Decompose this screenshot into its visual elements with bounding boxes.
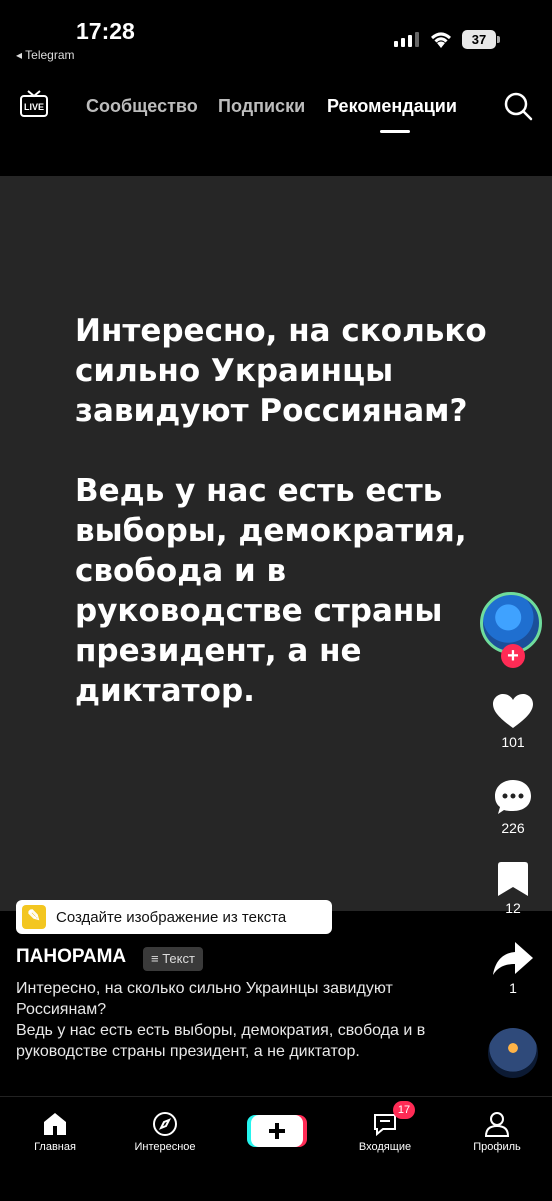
home-icon (44, 1113, 66, 1135)
author-name[interactable]: ПАНОРАМА (16, 946, 126, 968)
nav-inbox[interactable]: Входящие (340, 1111, 430, 1153)
share-count: 1 (509, 980, 517, 996)
bottom-navigation: Главная Интересное Входящие 17 Профиль (0, 1096, 552, 1201)
tab-community[interactable]: Сообщество (86, 96, 198, 117)
comment-count: 226 (501, 820, 525, 836)
save-count: 12 (505, 900, 521, 916)
list-icon: ≡ (151, 951, 163, 966)
battery-indicator: 37 (462, 30, 500, 49)
live-label: LIVE (24, 102, 44, 112)
tab-recommendations[interactable]: Рекомендации (327, 96, 457, 117)
caption-text: Интересно, на сколько сильно Украинцы за… (16, 980, 426, 1060)
video-content[interactable]: Интересно, на сколько сильно Украинцы за… (0, 176, 552, 911)
active-tab-indicator (380, 130, 410, 133)
inbox-badge: 17 (393, 1101, 415, 1119)
post-caption[interactable]: Интересно, на сколько сильно Украинцы за… (16, 978, 426, 1062)
video-text-paragraph: Интересно, на сколько сильно Украинцы за… (75, 313, 487, 429)
heart-icon (493, 694, 533, 728)
search-icon[interactable] (502, 90, 534, 122)
save-button[interactable]: 12 (482, 862, 544, 916)
nav-inbox-label: Входящие (358, 1141, 412, 1153)
nav-home[interactable]: Главная (10, 1111, 100, 1153)
nav-profile-label: Профиль (473, 1141, 521, 1153)
profile-icon (484, 1112, 510, 1137)
status-bar: 17:28 ◂ Telegram 37 (0, 0, 552, 70)
sound-avatar[interactable] (488, 1028, 538, 1078)
nav-profile[interactable]: Профиль (452, 1111, 542, 1153)
clock: 17:28 (76, 18, 135, 44)
like-count: 101 (501, 734, 525, 750)
like-button[interactable]: 101 (482, 694, 544, 750)
signal-icon (394, 32, 419, 47)
follow-plus-icon[interactable]: + (501, 644, 525, 668)
video-text-paragraph: Ведь у нас есть есть выборы, демократия,… (75, 473, 467, 709)
share-arrow-icon (493, 942, 533, 975)
back-to-telegram-link[interactable]: ◂ Telegram (16, 48, 75, 62)
magic-wand-icon: ✎ (22, 905, 46, 929)
text-post-badge: ≡ Текст (143, 947, 203, 971)
nav-home-label: Главная (34, 1141, 76, 1153)
nav-discover-label: Интересное (134, 1141, 196, 1153)
create-image-from-text-banner[interactable]: ✎ Создайте изображение из текста (16, 900, 332, 934)
tab-subscriptions[interactable]: Подписки (218, 96, 305, 117)
bookmark-icon (498, 862, 528, 896)
banner-label: Создайте изображение из текста (56, 908, 287, 926)
compass-icon (153, 1112, 177, 1136)
comment-button[interactable]: 226 (482, 778, 544, 836)
create-button[interactable] (247, 1113, 307, 1149)
nav-discover[interactable]: Интересное (120, 1111, 210, 1153)
comment-icon (495, 780, 531, 814)
top-navigation: LIVE Сообщество Подписки Рекомендации (0, 80, 552, 140)
live-icon[interactable]: LIVE (18, 88, 50, 120)
wifi-icon (431, 32, 451, 48)
video-text: Интересно, на сколько сильно Украинцы за… (75, 311, 495, 711)
share-button[interactable]: 1 (482, 942, 544, 996)
badge-label: Текст (162, 951, 195, 966)
